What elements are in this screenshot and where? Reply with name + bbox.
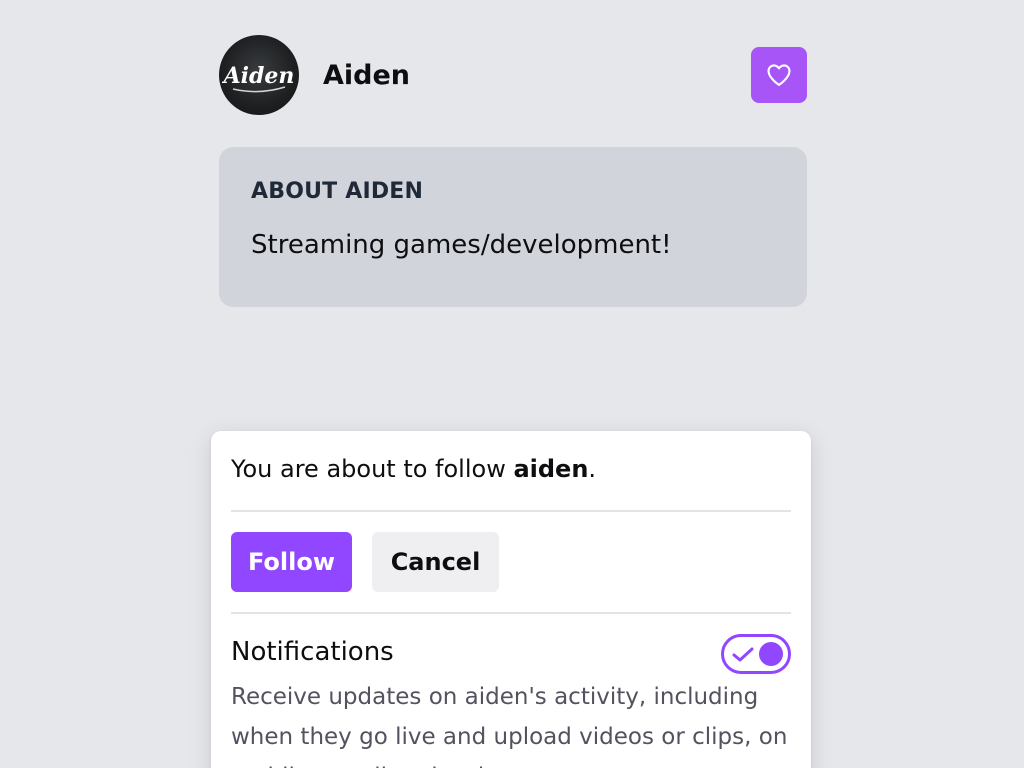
check-icon <box>732 647 754 662</box>
avatar-logo-text: Aiden <box>222 63 295 89</box>
follow-button[interactable]: Follow <box>231 532 352 592</box>
about-card: ABOUT AIDEN Streaming games/development! <box>219 147 807 307</box>
channel-page: Aiden Aiden ABOUT AIDEN Streaming games/… <box>0 0 1024 768</box>
toggle-knob <box>759 642 783 666</box>
profile-header: Aiden Aiden <box>219 35 807 115</box>
follow-dialog: You are about to follow aiden. Follow Ca… <box>211 431 811 768</box>
about-heading: ABOUT AIDEN <box>251 179 424 204</box>
notifications-description: Receive updates on aiden's activity, inc… <box>231 684 788 768</box>
follow-message-user: aiden <box>513 455 589 483</box>
heart-icon <box>767 64 791 86</box>
channel-name: Aiden <box>323 59 411 91</box>
notifications-title: Notifications <box>231 637 394 667</box>
follow-message-prefix: You are about to follow <box>231 455 514 483</box>
avatar-logo: Aiden <box>222 63 295 93</box>
favorite-button[interactable] <box>751 47 807 103</box>
about-text: Streaming games/development! <box>251 230 672 260</box>
notifications-toggle[interactable] <box>721 634 791 674</box>
follow-message-suffix: . <box>588 455 597 483</box>
divider <box>231 612 791 614</box>
follow-message: You are about to follow aiden. <box>231 455 596 483</box>
avatar[interactable]: Aiden <box>219 35 299 115</box>
cancel-button[interactable]: Cancel <box>372 532 499 592</box>
divider <box>231 510 791 512</box>
